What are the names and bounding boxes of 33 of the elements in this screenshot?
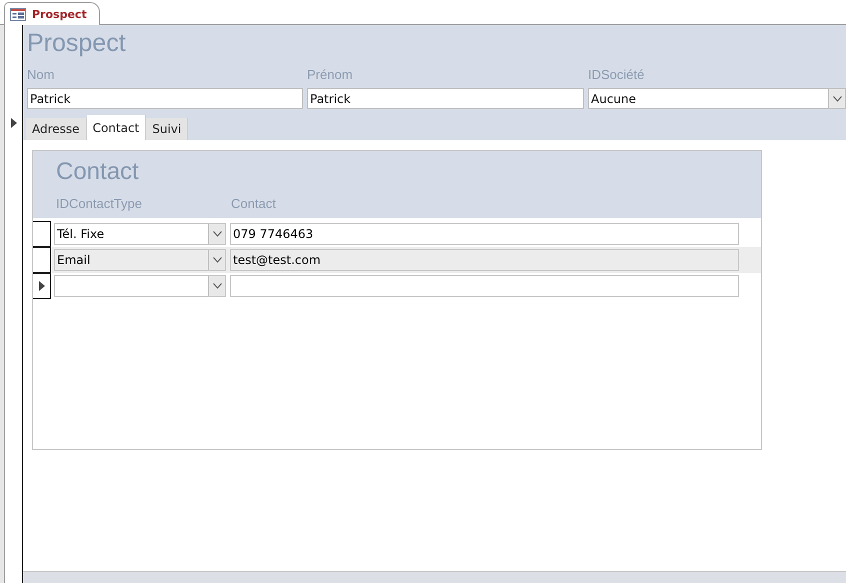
chevron-icon [212,231,222,237]
text-field[interactable]: Patrick [307,88,584,109]
text-field[interactable] [230,275,739,297]
dropdown-button[interactable] [208,250,225,270]
text-field[interactable]: 079 7746463 [230,223,739,245]
text-field[interactable]: Patrick [27,88,303,109]
combo-box[interactable]: Aucune [588,88,846,109]
text-field[interactable]: test@test.com [230,249,739,271]
dropdown-button[interactable] [208,224,225,244]
chevron-icon [212,283,222,289]
field-label: IDSociété [588,67,646,84]
record-selector[interactable] [33,273,51,299]
current-record-icon [10,118,16,128]
field-label: Prénom [307,67,354,84]
form-icon [10,8,26,20]
subform-title: Contact [56,157,140,187]
chevron-icon [832,96,842,102]
tab[interactable]: Contact [86,115,146,140]
record-selector[interactable] [33,247,51,273]
record-selector[interactable] [33,221,51,247]
tab[interactable]: Adresse [26,118,87,140]
field-label: Nom [27,67,56,84]
combo-box[interactable]: Tél. Fixe [54,223,226,245]
combo-box[interactable]: Email [54,249,226,271]
current-record-icon [38,281,44,291]
tab[interactable]: Suivi [146,118,188,140]
dropdown-button[interactable] [828,89,845,108]
column-header: IDContactType [56,196,143,211]
chevron-icon [212,257,222,263]
dropdown-button[interactable] [208,276,225,296]
form-title: Prospect [27,29,127,59]
column-header: Contact [231,196,276,211]
document-tab[interactable]: Prospect [4,2,100,25]
